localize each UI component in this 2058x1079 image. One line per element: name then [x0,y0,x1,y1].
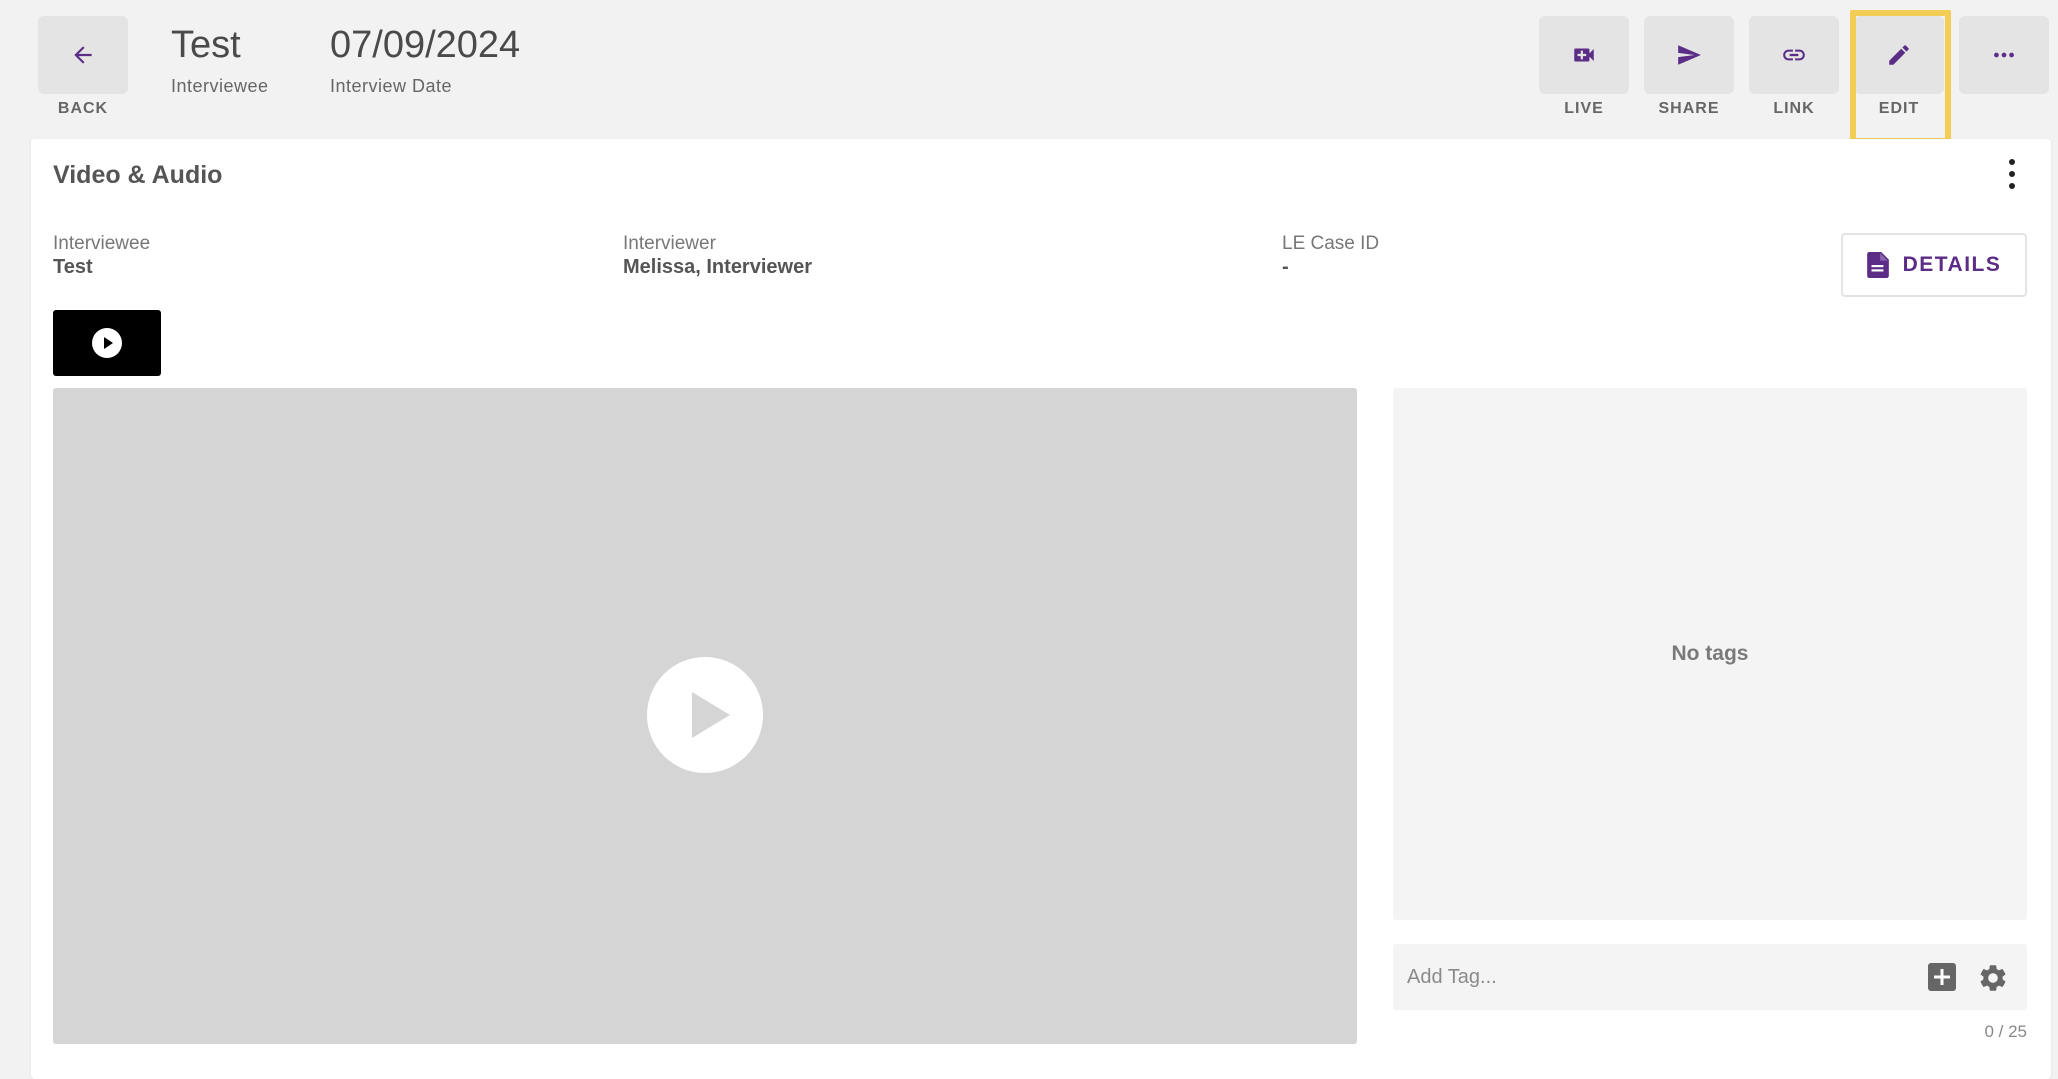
link-icon [1783,49,1805,61]
add-box-icon[interactable] [1928,963,1956,991]
tags-panel: No tags [1393,388,2027,920]
more-vertical-icon [2009,159,2015,165]
link-button[interactable] [1749,16,1839,94]
interviewee-title: Test [171,24,241,66]
no-tags-text: No tags [1671,642,1749,665]
video-audio-card: Video & Audio Interviewee Test Interview… [31,139,2051,1079]
interview-date-subtitle: Interview Date [330,76,453,96]
live-button[interactable] [1539,16,1629,94]
details-button-label: DETAILS [1902,253,2002,276]
interviewee-value: Test [53,256,93,278]
interviewer-label: Interviewer [623,233,716,254]
more-horizontal-icon [1994,52,2014,58]
gear-icon[interactable] [1977,962,2009,994]
share-label: SHARE [1658,100,1720,117]
edit-highlight-frame [1850,10,1951,144]
interviewee-subtitle: Interviewee [171,76,269,96]
media-thumbnail[interactable] [53,310,161,376]
play-button[interactable] [647,657,763,773]
video-player[interactable] [53,388,1357,1044]
interviewer-value: Melissa, Interviewer [623,256,812,278]
tag-counter: 0 / 25 [1984,1022,2027,1041]
page-header: BACK Test Interviewee 07/09/2024 Intervi… [0,0,2058,144]
live-label: LIVE [1564,100,1604,117]
send-icon [1678,45,1701,65]
back-button[interactable] [38,16,128,94]
document-icon [1866,252,1889,278]
card-menu-button[interactable] [2002,159,2022,189]
back-label: BACK [57,100,109,117]
add-tag-input[interactable] [1407,958,1907,996]
card-title: Video & Audio [53,161,223,189]
more-button[interactable] [1959,16,2049,94]
case-id-value: - [1282,256,1289,278]
play-icon [692,692,730,738]
add-tag-bar [1393,944,2027,1010]
link-label: LINK [1773,100,1815,117]
play-circle-icon [92,328,122,358]
video-plus-icon [1574,48,1594,62]
details-button[interactable]: DETAILS [1841,233,2027,297]
arrow-left-icon [74,46,92,64]
interview-date: 07/09/2024 [330,24,521,66]
interviewee-label: Interviewee [53,233,151,254]
case-id-label: LE Case ID [1282,233,1380,254]
share-button[interactable] [1644,16,1734,94]
